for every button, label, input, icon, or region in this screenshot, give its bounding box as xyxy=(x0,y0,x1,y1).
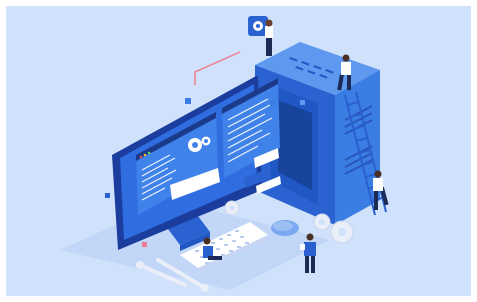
isometric-server-illustration xyxy=(6,6,471,296)
person-top-center xyxy=(265,19,273,56)
illustration-stage xyxy=(0,0,477,302)
